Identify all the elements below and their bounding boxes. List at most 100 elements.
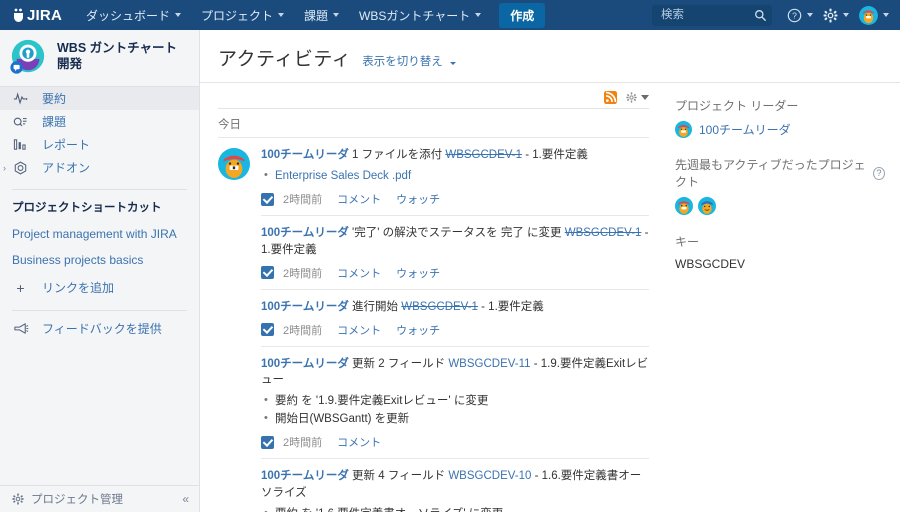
activity-status-checkbox[interactable]: [261, 323, 274, 336]
feedback-label: フィードバックを提供: [42, 322, 162, 336]
issue-key-link[interactable]: WBSGCDEV-10: [448, 470, 531, 482]
activity-user[interactable]: 100チームリーダ: [261, 358, 349, 370]
issue-separator: -: [522, 149, 533, 161]
project-header[interactable]: WBS ガントチャート 開発: [0, 30, 199, 86]
reports-bar-icon: [12, 138, 29, 151]
list-item: 要約 を '1.6.要件定義書オーソライズ' に変更: [261, 505, 649, 512]
shortcuts-section-title: プロジェクトショートカット: [12, 202, 162, 214]
issue-summary: 1.要件定義: [261, 244, 317, 257]
issue-key-link[interactable]: WBSGCDEV-1: [401, 301, 478, 313]
project-info-panel: プロジェクト リーダー 100チームリーダ 先週最もアクティブだったプロジェクト…: [663, 83, 900, 512]
activity-entry-meta: 2時間前 コメント ウォッチ: [261, 191, 649, 215]
megaphone-icon: [12, 322, 29, 335]
activity-timestamp: 2時間前: [283, 194, 323, 207]
project-leader-name[interactable]: 100チームリーダ: [699, 121, 791, 138]
chevron-double-left-icon[interactable]: «: [182, 492, 189, 506]
project-leader-label: プロジェクト リーダー: [675, 99, 799, 113]
nav-item-wbs-gantt[interactable]: WBSガントチャート: [349, 0, 491, 30]
activity-user[interactable]: 100チームリーダ: [261, 149, 349, 161]
activity-entry-meta: 2時間前 コメント: [261, 434, 649, 458]
attachment-link[interactable]: Enterprise Sales Deck .pdf: [275, 170, 411, 182]
watch-link[interactable]: ウォッチ: [396, 191, 440, 207]
shortcut-link-business-basics[interactable]: Business projects basics: [0, 247, 199, 273]
project-key-value: WBSGCDEV: [675, 257, 746, 271]
issue-separator: -: [477, 300, 489, 313]
project-sidebar: WBS ガントチャート 開発 要約 課題 レポート › アドオン プロジェクトシ…: [0, 30, 200, 512]
jira-logo-icon: [12, 8, 26, 23]
rss-feed-icon[interactable]: [604, 91, 617, 104]
issue-key-link[interactable]: WBSGCDEV-1: [565, 227, 642, 239]
activity-entry-headline: 100チームリーダ 更新 4 フィールド WBSGCDEV-10 - 1.6.要…: [261, 468, 649, 501]
avatar[interactable]: [698, 197, 716, 215]
activity-entry-headline: 100チームリーダ 更新 2 フィールド WBSGCDEV-11 - 1.9.要…: [261, 356, 649, 389]
nav-item-projects[interactable]: プロジェクト: [191, 0, 294, 30]
project-key-label: キー: [675, 235, 700, 249]
give-feedback-button[interactable]: フィードバックを提供: [0, 311, 199, 346]
avatar: [218, 148, 250, 180]
switch-view-label: 表示を切り替え: [362, 56, 443, 68]
issue-key-link[interactable]: WBSGCDEV-1: [445, 149, 522, 161]
activity-detail-list: 要約 を '1.9.要件定義Exitレビュー' に変更 開始日(WBSGantt…: [261, 392, 649, 429]
switch-view-dropdown[interactable]: 表示を切り替え: [362, 53, 456, 69]
settings-menu-button[interactable]: [818, 0, 854, 30]
activity-entry-divider: [261, 288, 649, 290]
nav-label: 課題: [304, 8, 329, 23]
gear-icon: [823, 8, 838, 22]
help-circle-icon[interactable]: ?: [873, 166, 885, 180]
sidebar-item-summary[interactable]: 要約: [0, 87, 199, 110]
issue-separator: -: [641, 227, 649, 240]
list-item: 要約 を '1.9.要件定義Exitレビュー' に変更: [261, 392, 649, 411]
search-icon[interactable]: [754, 9, 767, 22]
help-menu-button[interactable]: ?: [782, 0, 818, 30]
comment-link[interactable]: コメント: [337, 434, 381, 450]
activity-user[interactable]: 100チームリーダ: [261, 227, 349, 239]
chevron-down-icon: [333, 13, 340, 17]
issue-key-link[interactable]: WBSGCDEV-11: [448, 358, 530, 370]
user-profile-menu-button[interactable]: [854, 0, 894, 30]
activity-status-checkbox[interactable]: [261, 435, 274, 449]
activity-entry: 100チームリーダ '完了' の解決でステータスを 完了 に変更 WBSGCDE…: [218, 216, 663, 290]
activity-entry-body: 100チームリーダ '完了' の解決でステータスを 完了 に変更 WBSGCDE…: [261, 225, 649, 290]
project-administration-footer[interactable]: プロジェクト管理 «: [0, 485, 199, 512]
activity-detail-list: Enterprise Sales Deck .pdf: [261, 167, 649, 186]
activity-entry: 100チームリーダ 進行開始 WBSGCDEV-1 - 1.要件定義 2時間前 …: [218, 290, 663, 347]
avatar[interactable]: [675, 197, 693, 215]
project-leader-row[interactable]: 100チームリーダ: [675, 121, 885, 138]
activity-action: 更新 2 フィールド: [352, 357, 446, 370]
activity-entry-divider: [261, 345, 649, 347]
sidebar-item-addons[interactable]: › アドオン: [0, 156, 199, 179]
chevron-down-icon: [175, 13, 181, 17]
activity-status-checkbox[interactable]: [261, 266, 274, 280]
footer-label: プロジェクト管理: [31, 494, 123, 506]
nav-item-dashboard[interactable]: ダッシュボード: [76, 0, 191, 30]
most-active-project-text: 先週最もアクティブだったプロジェクト: [675, 158, 866, 189]
add-link-button[interactable]: + リンクを追加: [0, 273, 199, 302]
search-box[interactable]: [652, 4, 772, 26]
activity-entry: 100チームリーダ 1 ファイルを添付 WBSGCDEV-1 - 1.要件定義 …: [218, 138, 663, 217]
comment-link[interactable]: コメント: [337, 265, 381, 281]
chevron-down-icon: [641, 95, 649, 100]
comment-link[interactable]: コメント: [337, 191, 381, 207]
activity-action: '完了' の解決でステータスを 完了 に変更: [352, 227, 562, 240]
activity-user[interactable]: 100チームリーダ: [261, 470, 349, 482]
avatar: [675, 121, 692, 138]
gear-icon: [626, 92, 637, 103]
jira-logo[interactable]: JIRA: [0, 7, 76, 24]
list-item: Enterprise Sales Deck .pdf: [261, 167, 649, 186]
activity-entry: 100チームリーダ 更新 4 フィールド WBSGCDEV-10 - 1.6.要…: [218, 459, 663, 512]
activity-action: 1 ファイルを添付: [352, 149, 443, 161]
sidebar-item-issues[interactable]: 課題: [0, 110, 199, 133]
shortcut-link-jira-pm[interactable]: Project management with JIRA: [0, 221, 199, 247]
chevron-right-icon[interactable]: ›: [3, 163, 6, 173]
activity-settings-dropdown[interactable]: [626, 92, 649, 103]
activity-status-checkbox[interactable]: [261, 192, 274, 206]
sidebar-item-reports[interactable]: レポート: [0, 133, 199, 156]
create-button[interactable]: 作成: [499, 2, 546, 28]
most-active-avatars: [675, 197, 885, 215]
nav-item-issues[interactable]: 課題: [294, 0, 349, 30]
watch-link[interactable]: ウォッチ: [396, 265, 440, 281]
watch-link[interactable]: ウォッチ: [396, 322, 440, 338]
issue-summary: 1.要件定義: [532, 149, 588, 161]
comment-link[interactable]: コメント: [337, 322, 381, 338]
activity-user[interactable]: 100チームリーダ: [261, 301, 349, 313]
